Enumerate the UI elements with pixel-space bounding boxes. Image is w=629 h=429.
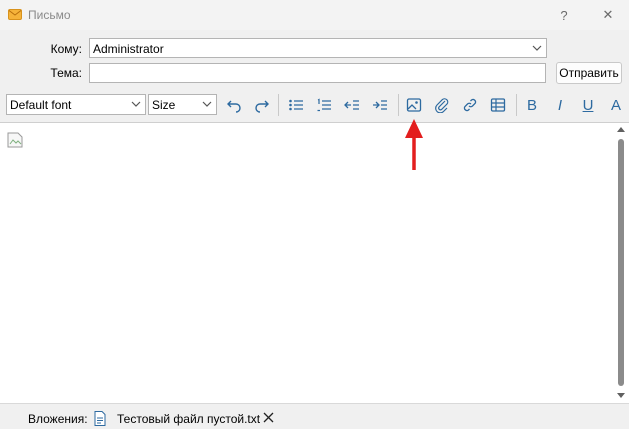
- attach-file-button[interactable]: [430, 93, 454, 117]
- chevron-down-icon: [532, 45, 542, 51]
- toolbar-divider: [398, 94, 399, 116]
- redo-button[interactable]: [250, 93, 274, 117]
- bold-button[interactable]: B: [520, 93, 544, 117]
- chevron-down-icon: [131, 101, 141, 107]
- insert-table-button[interactable]: [486, 93, 510, 117]
- chevron-down-icon: [202, 101, 212, 107]
- underline-button[interactable]: U: [576, 93, 600, 117]
- decrease-indent-button[interactable]: [340, 93, 364, 117]
- subject-input[interactable]: [89, 63, 546, 83]
- help-button[interactable]: ?: [553, 4, 575, 26]
- undo-button[interactable]: [222, 93, 246, 117]
- editor-scrollbar[interactable]: [613, 123, 629, 404]
- paperclip-icon: [435, 98, 449, 113]
- table-icon: [490, 98, 506, 112]
- indent-icon: [373, 100, 387, 110]
- attachments-bar: Вложения: Тестовый файл пустой.txt: [0, 403, 629, 429]
- send-button[interactable]: Отправить: [556, 62, 622, 84]
- font-size-select[interactable]: Size: [148, 94, 217, 115]
- broken-image-icon: [7, 132, 23, 148]
- numbered-list-button[interactable]: [312, 93, 336, 117]
- text-file-icon: [94, 411, 106, 426]
- bulleted-list-button[interactable]: [284, 93, 308, 117]
- subject-label: Тема:: [50, 66, 82, 80]
- remove-attachment-button[interactable]: [261, 410, 275, 424]
- close-button[interactable]: ✕: [597, 4, 619, 26]
- close-icon: [263, 412, 273, 422]
- redo-icon: [255, 100, 269, 113]
- attachment-file-name[interactable]: Тестовый файл пустой.txt: [117, 412, 260, 426]
- message-body-editor[interactable]: [0, 122, 629, 404]
- insert-image-button[interactable]: [402, 93, 426, 117]
- to-label: Кому:: [50, 42, 82, 56]
- attachments-label: Вложения:: [28, 412, 88, 426]
- image-icon: [406, 98, 422, 112]
- font-family-select[interactable]: Default font: [6, 94, 146, 115]
- undo-icon: [227, 100, 241, 113]
- annotation-arrow: [405, 119, 423, 170]
- link-icon: [463, 98, 477, 112]
- bulleted-list-icon: [289, 99, 303, 111]
- toolbar-divider: [516, 94, 517, 116]
- scroll-up-arrow[interactable]: [617, 127, 625, 132]
- numbered-list-icon: [317, 98, 331, 112]
- insert-link-button[interactable]: [458, 93, 482, 117]
- italic-button[interactable]: I: [548, 93, 572, 117]
- outdent-icon: [344, 100, 359, 110]
- recipient-value: Administrator: [93, 42, 164, 56]
- font-family-value: Default font: [10, 98, 72, 112]
- increase-indent-button[interactable]: [368, 93, 392, 117]
- scroll-down-arrow[interactable]: [617, 393, 625, 398]
- scroll-thumb[interactable]: [618, 139, 624, 386]
- envelope-icon: [8, 9, 22, 20]
- text-color-button[interactable]: A: [604, 93, 628, 117]
- recipient-combobox[interactable]: Administrator: [89, 38, 547, 58]
- window-title: Письмо: [28, 8, 71, 22]
- font-size-value: Size: [152, 98, 176, 112]
- toolbar-divider: [278, 94, 279, 116]
- title-bar: Письмо ? ✕: [0, 0, 629, 30]
